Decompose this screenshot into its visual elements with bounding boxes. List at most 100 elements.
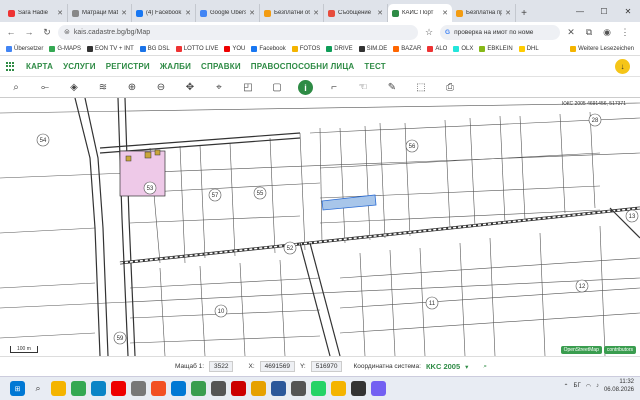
stack-icon[interactable]: ≋ — [95, 80, 111, 96]
word-icon[interactable] — [271, 381, 286, 396]
bookmark-item[interactable]: EON TV + INT — [87, 45, 134, 52]
building-marker[interactable] — [144, 151, 152, 159]
menu-item[interactable]: РЕГИСТРИ — [106, 62, 150, 71]
pin-icon[interactable]: ⌖ — [211, 80, 227, 96]
map-canvas[interactable]: 54 53 55 56 28 57 13 52 10 11 12 59 — [0, 98, 640, 356]
minimize-button[interactable]: — — [568, 0, 592, 22]
mail-icon[interactable] — [171, 381, 186, 396]
menu-item[interactable]: УСЛУГИ — [63, 62, 96, 71]
bookmark-item[interactable]: OLX — [453, 45, 473, 52]
close-search-icon[interactable]: ✕ — [564, 25, 578, 39]
files-icon[interactable] — [51, 381, 66, 396]
browser-tab[interactable]: Google Überse✕ — [196, 4, 260, 22]
chrome-icon[interactable] — [71, 381, 86, 396]
menu-item[interactable]: ТЕСТ — [364, 62, 386, 71]
scale-input[interactable]: 3522 — [209, 361, 234, 372]
bookmark-item[interactable]: G-MAPS — [49, 45, 81, 52]
menu-item[interactable]: ПРАВОСПОСОБНИ ЛИЦА — [251, 62, 355, 71]
bookmark-item[interactable]: YOU — [224, 45, 245, 52]
close-tab-icon[interactable]: ✕ — [57, 9, 63, 17]
building-marker[interactable] — [154, 149, 161, 156]
bookmark-item[interactable]: ALO — [427, 45, 447, 52]
close-tab-icon[interactable]: ✕ — [313, 9, 319, 17]
bookmark-item[interactable]: EBKLEIN — [479, 45, 513, 52]
reload-icon[interactable]: ↻ — [40, 25, 54, 39]
bookmark-item[interactable]: Facebook — [251, 45, 286, 52]
language-indicator[interactable]: БГ — [574, 383, 581, 389]
bookmark-item[interactable]: FOTOS — [291, 45, 320, 52]
chevron-up-icon[interactable]: ⌃ — [564, 383, 569, 390]
opera-icon[interactable] — [111, 381, 126, 396]
box-icon[interactable]: ▢ — [269, 80, 285, 96]
building-marker[interactable] — [125, 155, 132, 162]
bookmark-item[interactable]: Übersetzer — [6, 45, 43, 52]
attribution-osm[interactable]: OpenStreetMap — [560, 346, 602, 354]
measure-icon[interactable]: ⟜ — [37, 80, 53, 96]
calc-icon[interactable] — [291, 381, 306, 396]
paint-icon[interactable] — [251, 381, 266, 396]
bookmark-item[interactable]: LOTTO LIVE — [175, 45, 218, 52]
attribution-contributors[interactable]: contributors — [603, 346, 636, 354]
chevron-down-icon[interactable]: ▾ — [465, 363, 468, 371]
menu-item[interactable]: КАРТА — [26, 62, 53, 71]
close-tab-icon[interactable]: ✕ — [505, 9, 511, 17]
terminal-icon[interactable] — [351, 381, 366, 396]
settings-icon[interactable] — [131, 381, 146, 396]
viber-icon[interactable] — [371, 381, 386, 396]
close-tab-icon[interactable]: ✕ — [121, 9, 127, 17]
apps-grid-icon[interactable] — [6, 61, 16, 72]
bookmark-star-icon[interactable]: ☆ — [422, 25, 436, 39]
search-coords-icon[interactable]: ⌕ — [483, 363, 487, 371]
zoom-in-icon[interactable]: ⊕ — [124, 80, 140, 96]
bookmark-item[interactable]: SIM.DE — [358, 45, 387, 52]
zoom-out-icon[interactable]: ⊖ — [153, 80, 169, 96]
select-icon[interactable]: ◰ — [240, 80, 256, 96]
back-icon[interactable]: ← — [4, 25, 18, 39]
windows-start-icon[interactable]: ⊞ — [10, 381, 25, 396]
maximize-button[interactable]: ☐ — [592, 0, 616, 22]
close-tab-icon[interactable]: ✕ — [442, 9, 448, 17]
browser-tab[interactable]: Безплатна пр ✕ — [452, 4, 516, 22]
browser-tab[interactable]: Sara Hadie ✕ — [4, 4, 68, 22]
edge-icon[interactable] — [91, 381, 106, 396]
download-icon[interactable]: ↓ — [615, 59, 630, 74]
site-info-icon[interactable]: ⊜ — [64, 28, 70, 36]
layers-icon[interactable]: ◈ — [66, 80, 82, 96]
google-search-field[interactable]: G проверка на имот по номе — [440, 24, 560, 40]
store-icon[interactable] — [211, 381, 226, 396]
brave-icon[interactable] — [151, 381, 166, 396]
new-tab-button[interactable]: + — [516, 4, 532, 22]
menu-item[interactable]: ЖАЛБИ — [160, 62, 191, 71]
close-window-button[interactable]: ✕ — [616, 0, 640, 22]
volume-icon[interactable]: ♪ — [596, 383, 599, 389]
browser-tab[interactable]: Матраци Matt ✕ — [68, 4, 132, 22]
bookmark-item[interactable]: DHL — [518, 45, 539, 52]
browser-tab[interactable]: КАИС Порт ✕ — [388, 4, 452, 22]
close-tab-icon[interactable]: ✕ — [377, 9, 383, 17]
cadastral-map[interactable]: 54 53 55 56 28 57 13 52 10 11 12 59 КЖС 2005 469145… — [0, 98, 640, 356]
folder-icon[interactable] — [331, 381, 346, 396]
close-tab-icon[interactable]: ✕ — [185, 9, 191, 17]
search-icon[interactable]: ⌕ — [8, 80, 24, 96]
profile-icon[interactable]: ◉ — [600, 25, 614, 39]
shape-icon[interactable]: ⬚ — [413, 80, 429, 96]
forward-icon[interactable]: → — [22, 25, 36, 39]
close-tab-icon[interactable]: ✕ — [249, 9, 255, 17]
draw-icon[interactable]: ✎ — [384, 80, 400, 96]
pan-icon[interactable]: ✥ — [182, 80, 198, 96]
other-bookmarks[interactable]: Weitere Lesezeichen — [570, 45, 634, 52]
extensions-icon[interactable]: ⧉ — [582, 25, 596, 39]
selected-parcel[interactable] — [321, 194, 377, 211]
whatsapp-icon[interactable] — [311, 381, 326, 396]
clock[interactable]: 11:32 06.08.2026 — [604, 378, 634, 394]
url-field[interactable]: ⊜ kais.cadastre.bg/bg/Map — [58, 24, 418, 40]
print-icon[interactable]: ⎙ — [442, 80, 458, 96]
browser-tab[interactable]: (4) Facebook ✕ — [132, 4, 196, 22]
taskbar-search-icon[interactable]: ⌕ — [30, 381, 46, 397]
bookmark-item[interactable]: DRIVE — [326, 45, 353, 52]
photos-icon[interactable] — [191, 381, 206, 396]
menu-item[interactable]: СПРАВКИ — [201, 62, 241, 71]
wifi-icon[interactable]: ◠ — [586, 383, 591, 390]
video-icon[interactable] — [231, 381, 246, 396]
bookmark-item[interactable]: BG DSL — [139, 45, 170, 52]
